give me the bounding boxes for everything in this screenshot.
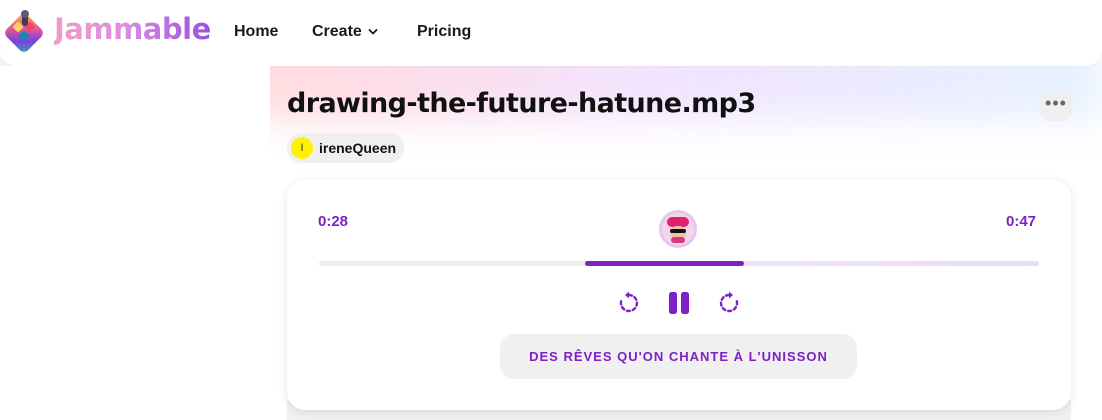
user-avatar: I — [291, 137, 313, 159]
progress-fill — [585, 261, 744, 266]
total-time: 0:47 — [1006, 213, 1037, 230]
brand-name[interactable]: Jammable — [54, 12, 211, 46]
pause-icon[interactable] — [666, 290, 692, 316]
nav-home[interactable]: Home — [234, 23, 278, 41]
rewind-icon[interactable] — [616, 290, 642, 316]
chevron-down-icon — [368, 29, 378, 35]
more-dots-icon: ••• — [1045, 93, 1067, 113]
progress-bar[interactable] — [319, 261, 1039, 266]
nav-pricing[interactable]: Pricing — [417, 23, 471, 41]
user-name: ireneQueen — [319, 140, 397, 156]
left-sidebar-space — [0, 66, 270, 420]
track-title: drawing-the-future-hatune.mp3 — [287, 88, 756, 119]
user-chip[interactable]: I ireneQueen — [287, 133, 405, 163]
current-time: 0:28 — [318, 213, 349, 230]
singer-portrait-icon — [662, 213, 694, 245]
more-options-button[interactable]: ••• — [1040, 91, 1072, 121]
nav-pricing-label: Pricing — [417, 23, 472, 40]
forward-icon[interactable] — [716, 290, 742, 316]
nav-home-label: Home — [234, 23, 279, 40]
nav-create[interactable]: Create — [312, 23, 378, 41]
nav-create-label: Create — [312, 23, 362, 40]
jammable-logo-icon[interactable] — [2, 8, 48, 56]
top-navbar: Jammable Home Create Pricing — [0, 0, 1102, 66]
current-lyric: DES RÊVES QU'ON CHANTE À L'UNISSON — [529, 349, 828, 364]
singer-avatar — [659, 210, 697, 248]
lyric-box: DES RÊVES QU'ON CHANTE À L'UNISSON — [500, 334, 857, 379]
page: Jammable Home Create Pricing drawing-the… — [0, 0, 1102, 420]
